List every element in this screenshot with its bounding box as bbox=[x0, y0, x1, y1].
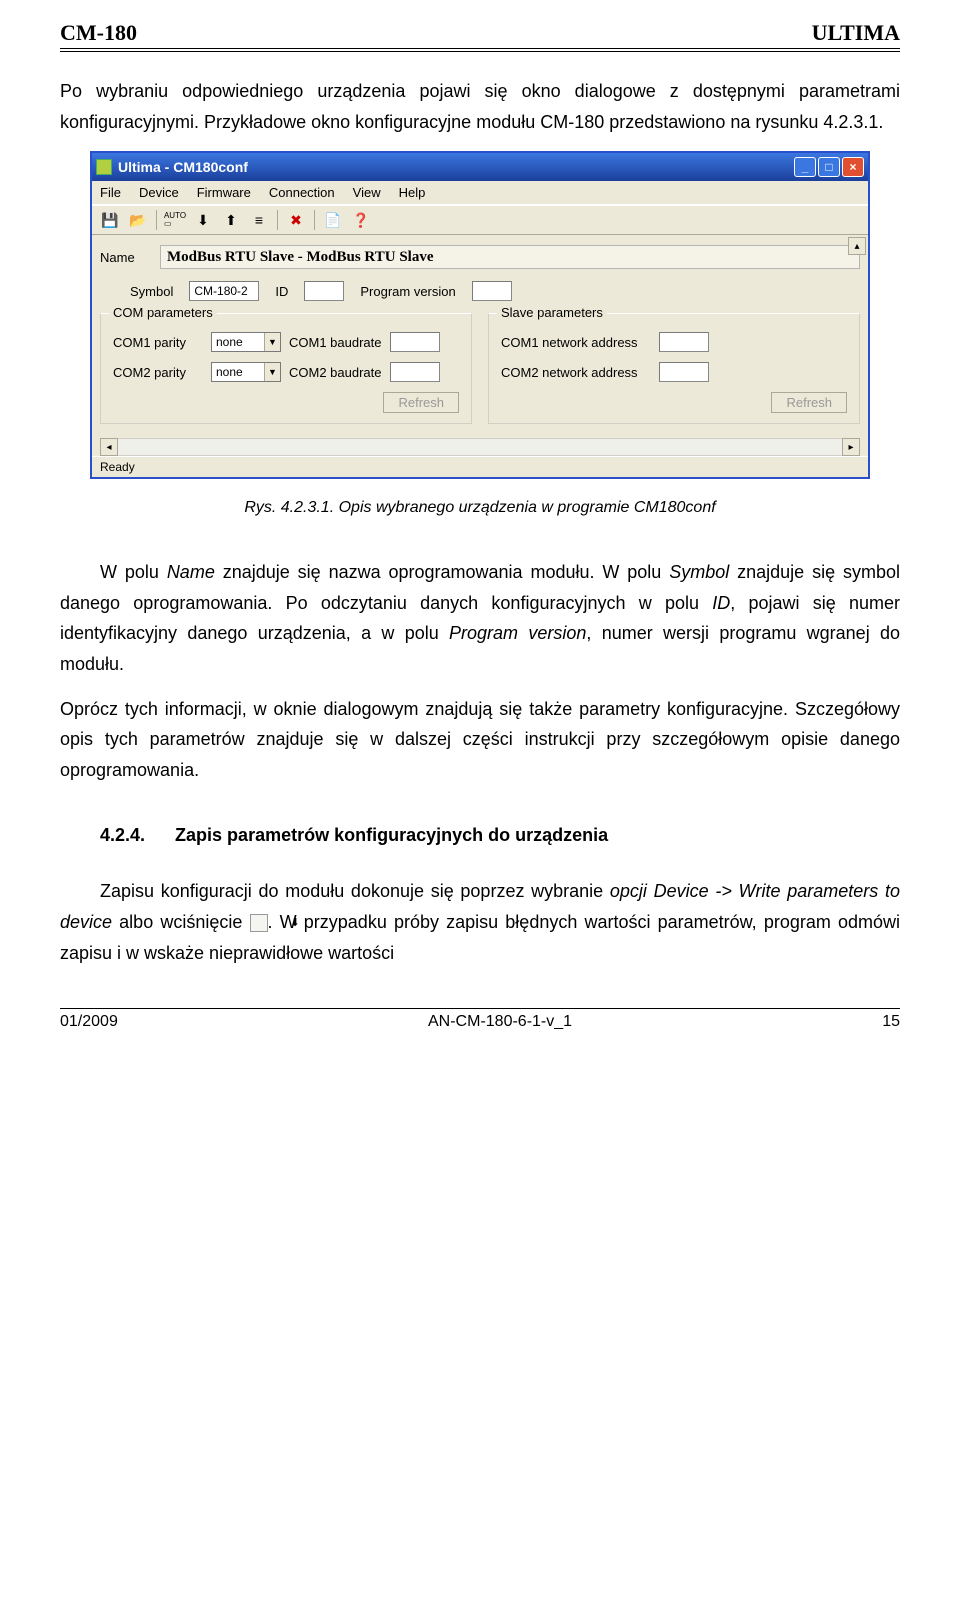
scroll-track[interactable] bbox=[118, 438, 842, 456]
symbol-term: Symbol bbox=[669, 562, 729, 582]
save-icon[interactable]: 💾 bbox=[98, 209, 122, 231]
footer-center: AN-CM-180-6-1-v_1 bbox=[428, 1013, 572, 1031]
com1-addr-label: COM1 network address bbox=[501, 335, 651, 350]
symbol-label: Symbol bbox=[130, 284, 173, 299]
header-right: ULTIMA bbox=[812, 20, 900, 46]
chevron-down-icon: ▼ bbox=[264, 363, 280, 381]
section-title: Zapis parametrów konfiguracyjnych do urz… bbox=[175, 825, 608, 845]
paragraph-name-symbol: W polu Name znajduje się nazwa oprogramo… bbox=[60, 557, 900, 679]
window-title: Ultima - CM180conf bbox=[118, 159, 792, 175]
com2-addr-field[interactable] bbox=[659, 362, 709, 382]
toolbar-separator bbox=[314, 210, 315, 230]
program-version-label: Program version bbox=[360, 284, 455, 299]
name-label: Name bbox=[100, 250, 152, 265]
com1-baud-field[interactable] bbox=[390, 332, 440, 352]
text-fragment: Zapisu konfiguracji do modułu dokonuje s… bbox=[100, 881, 610, 901]
menu-help[interactable]: Help bbox=[399, 185, 426, 200]
paragraph-other-info: Oprócz tych informacji, w oknie dialogow… bbox=[60, 694, 900, 786]
com-group-legend: COM parameters bbox=[109, 305, 217, 320]
verify-icon[interactable]: ≡ bbox=[247, 209, 271, 231]
stop-icon[interactable]: ✖ bbox=[284, 209, 308, 231]
minimize-button[interactable]: _ bbox=[794, 157, 816, 177]
text-fragment: W polu bbox=[100, 562, 167, 582]
title-bar: Ultima - CM180conf _ □ × bbox=[92, 153, 868, 181]
com1-parity-value: none bbox=[212, 335, 264, 349]
com2-parity-combo[interactable]: none ▼ bbox=[211, 362, 281, 382]
slave-group-legend: Slave parameters bbox=[497, 305, 607, 320]
program-version-term: Program version bbox=[449, 623, 586, 643]
status-bar: Ready bbox=[92, 456, 868, 477]
id-label: ID bbox=[275, 284, 288, 299]
com2-baud-label: COM2 baudrate bbox=[289, 365, 382, 380]
footer-right: 15 bbox=[882, 1013, 900, 1031]
com2-parity-label: COM2 parity bbox=[113, 365, 203, 380]
text-fragment: albo wciśnięcie bbox=[112, 912, 249, 932]
write-toolbar-icon: ⬇ bbox=[250, 914, 268, 932]
page-header: CM-180 ULTIMA bbox=[60, 20, 900, 52]
com2-parity-value: none bbox=[212, 365, 264, 379]
name-field[interactable]: ModBus RTU Slave - ModBus RTU Slave bbox=[160, 245, 860, 269]
doc-icon[interactable]: 📄 bbox=[321, 209, 345, 231]
scroll-up-button[interactable]: ▴ bbox=[848, 237, 866, 255]
scroll-right-button[interactable]: ▸ bbox=[842, 438, 860, 456]
open-icon[interactable]: 📂 bbox=[126, 209, 150, 231]
menu-file[interactable]: File bbox=[100, 185, 121, 200]
download-icon[interactable]: ⬇ bbox=[191, 209, 215, 231]
maximize-button[interactable]: □ bbox=[818, 157, 840, 177]
com1-baud-label: COM1 baudrate bbox=[289, 335, 382, 350]
menu-connection[interactable]: Connection bbox=[269, 185, 335, 200]
text-fragment: znajduje się nazwa oprogramowania modułu… bbox=[215, 562, 669, 582]
com2-baud-field[interactable] bbox=[390, 362, 440, 382]
com1-parity-label: COM1 parity bbox=[113, 335, 203, 350]
paragraph-write-params: Zapisu konfiguracji do modułu dokonuje s… bbox=[60, 876, 900, 968]
section-number: 4.2.4. bbox=[100, 825, 145, 845]
id-term: ID bbox=[712, 593, 730, 613]
help-icon[interactable]: ❓ bbox=[349, 209, 373, 231]
upload-icon[interactable]: ⬆ bbox=[219, 209, 243, 231]
footer-left: 01/2009 bbox=[60, 1013, 118, 1031]
menu-bar: File Device Firmware Connection View Hel… bbox=[92, 181, 868, 205]
page-footer: 01/2009 AN-CM-180-6-1-v_1 15 bbox=[60, 1008, 900, 1031]
app-icon bbox=[96, 159, 112, 175]
scroll-left-button[interactable]: ◂ bbox=[100, 438, 118, 456]
chevron-down-icon: ▼ bbox=[264, 333, 280, 351]
auto-icon[interactable]: AUTO▭ bbox=[163, 209, 187, 231]
menu-view[interactable]: View bbox=[353, 185, 381, 200]
menu-device[interactable]: Device bbox=[139, 185, 179, 200]
symbol-field[interactable]: CM-180-2 bbox=[189, 281, 259, 301]
program-version-field[interactable] bbox=[472, 281, 512, 301]
section-heading: 4.2.4. Zapis parametrów konfiguracyjnych … bbox=[100, 825, 900, 846]
name-term: Name bbox=[167, 562, 215, 582]
header-left: CM-180 bbox=[60, 20, 137, 46]
close-button[interactable]: × bbox=[842, 157, 864, 177]
com1-addr-field[interactable] bbox=[659, 332, 709, 352]
com1-parity-combo[interactable]: none ▼ bbox=[211, 332, 281, 352]
horizontal-scrollbar[interactable]: ◂ ▸ bbox=[100, 438, 860, 456]
toolbar: 💾 📂 AUTO▭ ⬇ ⬆ ≡ ✖ 📄 ❓ bbox=[92, 205, 868, 235]
app-window: Ultima - CM180conf _ □ × File Device Fir… bbox=[90, 151, 870, 479]
toolbar-separator bbox=[156, 210, 157, 230]
id-field[interactable] bbox=[304, 281, 344, 301]
figure-caption: Rys. 4.2.3.1. Opis wybranego urządzenia … bbox=[60, 499, 900, 517]
content-area: ▴ Name ModBus RTU Slave - ModBus RTU Sla… bbox=[92, 235, 868, 456]
slave-parameters-group: Slave parameters COM1 network address CO… bbox=[488, 313, 860, 424]
intro-paragraph: Po wybraniu odpowiedniego urządzenia poj… bbox=[60, 76, 900, 137]
com-parameters-group: COM parameters COM1 parity none ▼ COM1 b… bbox=[100, 313, 472, 424]
menu-firmware[interactable]: Firmware bbox=[197, 185, 251, 200]
refresh-slave-button[interactable]: Refresh bbox=[771, 392, 847, 413]
com2-addr-label: COM2 network address bbox=[501, 365, 651, 380]
toolbar-separator bbox=[277, 210, 278, 230]
refresh-com-button[interactable]: Refresh bbox=[383, 392, 459, 413]
